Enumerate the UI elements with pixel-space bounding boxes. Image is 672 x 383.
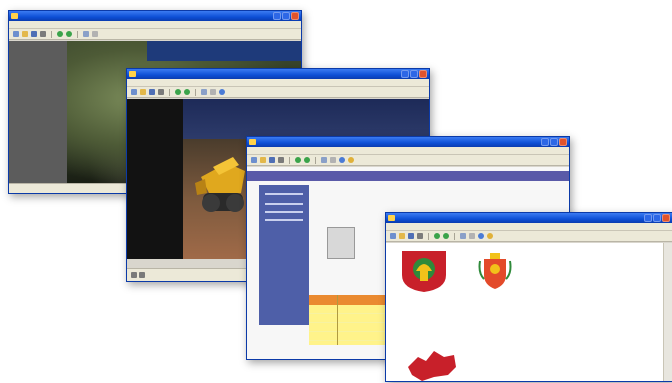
toolbar-separator (315, 156, 316, 164)
info-icon[interactable] (478, 233, 484, 239)
print-icon[interactable] (278, 157, 284, 163)
toolbar (247, 155, 569, 166)
open-icon[interactable] (399, 233, 405, 239)
menu-bar (9, 21, 301, 29)
selection-bar (247, 171, 569, 181)
forward-icon[interactable] (184, 89, 190, 95)
document-figure (327, 227, 355, 259)
table-rows (309, 305, 389, 345)
viewer-window-4[interactable] (385, 212, 672, 382)
maximize-button[interactable] (653, 214, 661, 222)
nav-icon[interactable] (131, 272, 137, 278)
info-icon[interactable] (339, 157, 345, 163)
sidebar-line (265, 203, 303, 205)
forward-icon[interactable] (443, 233, 449, 239)
window-titlebar[interactable] (386, 213, 672, 223)
zoom-icon[interactable] (201, 89, 207, 95)
forward-icon[interactable] (66, 31, 72, 37)
toolbar-separator (169, 88, 170, 96)
new-icon[interactable] (251, 157, 257, 163)
zoom-icon[interactable] (83, 31, 89, 37)
rotate-icon[interactable] (330, 157, 336, 163)
blue-header-strip (147, 41, 301, 61)
sky-strip (183, 99, 429, 139)
menu-bar (247, 147, 569, 155)
info-icon[interactable] (219, 89, 225, 95)
back-icon[interactable] (295, 157, 301, 163)
coat-of-arms-shield (402, 251, 446, 292)
window-titlebar[interactable] (127, 69, 429, 79)
menu-bar (127, 79, 429, 87)
minimize-button[interactable] (401, 70, 409, 78)
new-icon[interactable] (13, 31, 19, 37)
coat-of-arms-emblem (478, 253, 512, 289)
scrollbar[interactable] (663, 243, 672, 381)
zoom-icon[interactable] (460, 233, 466, 239)
app-icon (388, 215, 395, 221)
print-icon[interactable] (417, 233, 423, 239)
minimize-button[interactable] (541, 138, 549, 146)
back-icon[interactable] (175, 89, 181, 95)
toolbar-separator (77, 30, 78, 38)
forward-icon[interactable] (304, 157, 310, 163)
print-icon[interactable] (158, 89, 164, 95)
app-icon (129, 71, 136, 77)
sidebar-line (265, 211, 303, 213)
save-icon[interactable] (269, 157, 275, 163)
new-icon[interactable] (131, 89, 137, 95)
rotate-icon[interactable] (92, 31, 98, 37)
open-icon[interactable] (140, 89, 146, 95)
sidebar-line (265, 219, 303, 221)
save-icon[interactable] (408, 233, 414, 239)
maximize-button[interactable] (410, 70, 418, 78)
document-area (386, 243, 672, 381)
window-titlebar[interactable] (247, 137, 569, 147)
app-icon (11, 13, 18, 19)
minimize-button[interactable] (644, 214, 652, 222)
save-icon[interactable] (149, 89, 155, 95)
toolbar (386, 231, 672, 242)
open-icon[interactable] (22, 31, 28, 37)
table-divider (337, 295, 338, 345)
left-dark-panel (127, 99, 183, 259)
maximize-button[interactable] (282, 12, 290, 20)
thumbnail-sidebar (259, 185, 309, 325)
toolbar-separator (454, 232, 455, 240)
toolbar-separator (428, 232, 429, 240)
toolbar (9, 29, 301, 40)
toolbar-separator (195, 88, 196, 96)
minimize-button[interactable] (273, 12, 281, 20)
help-icon[interactable] (487, 233, 493, 239)
back-icon[interactable] (434, 233, 440, 239)
close-button[interactable] (291, 12, 299, 20)
map-shape (408, 351, 456, 381)
close-button[interactable] (419, 70, 427, 78)
close-button[interactable] (559, 138, 567, 146)
save-icon[interactable] (31, 31, 37, 37)
help-icon[interactable] (348, 157, 354, 163)
toolbar (127, 87, 429, 98)
maximize-button[interactable] (550, 138, 558, 146)
rotate-icon[interactable] (469, 233, 475, 239)
toolbar-separator (289, 156, 290, 164)
rotate-icon[interactable] (210, 89, 216, 95)
close-button[interactable] (662, 214, 670, 222)
open-icon[interactable] (260, 157, 266, 163)
new-icon[interactable] (390, 233, 396, 239)
window-titlebar[interactable] (9, 11, 301, 21)
table-header (309, 295, 389, 305)
left-panel (9, 41, 67, 184)
print-icon[interactable] (40, 31, 46, 37)
zoom-icon[interactable] (321, 157, 327, 163)
nav-icon[interactable] (138, 272, 145, 278)
toolbar-separator (51, 30, 52, 38)
back-icon[interactable] (57, 31, 63, 37)
menu-bar (386, 223, 672, 231)
app-icon (249, 139, 256, 145)
sidebar-line (265, 193, 303, 195)
